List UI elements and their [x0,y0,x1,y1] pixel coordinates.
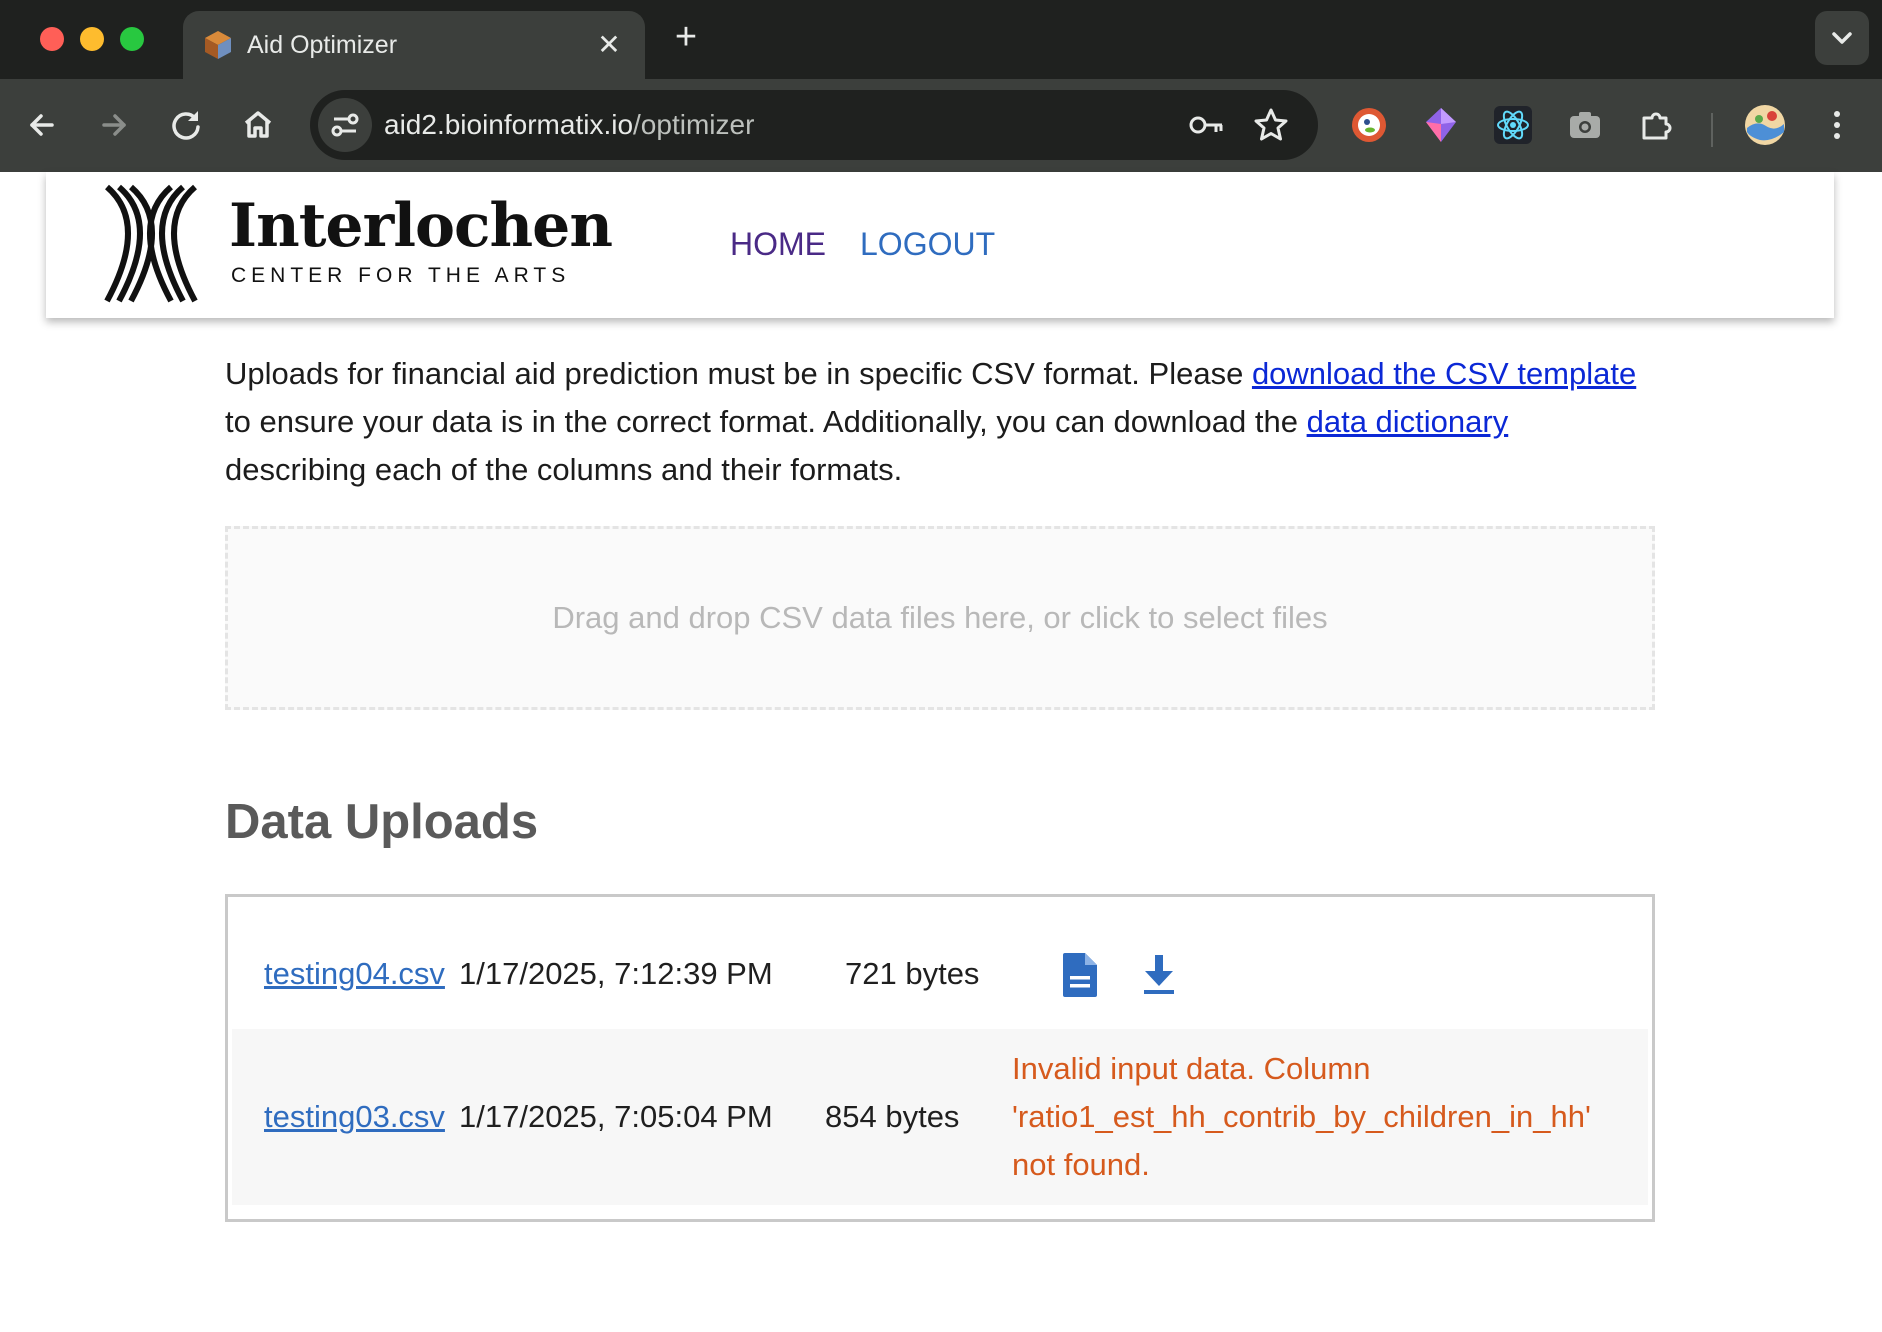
upload-instructions: Uploads for financial aid prediction mus… [225,350,1645,494]
react-devtools-icon[interactable] [1490,102,1536,148]
intro-text-1: Uploads for financial aid prediction mus… [225,356,1252,391]
intro-text-2: to ensure your data is in the correct fo… [225,404,1307,439]
dropzone-label: Drag and drop CSV data files here, or cl… [552,600,1328,635]
interlochen-logo-icon [104,184,198,303]
more-options-icon[interactable] [1814,102,1860,148]
url-host: aid2.bioinformatix.io [384,109,634,140]
tab-search-button[interactable] [1815,11,1869,65]
url-text[interactable]: aid2.bioinformatix.io/optimizer [384,104,754,146]
reload-button[interactable] [162,101,210,149]
chevron-down-icon [1832,32,1852,44]
table-row: testing04.csv 1/17/2025, 7:12:39 PM 721 … [232,913,1648,1035]
uploads-table: testing04.csv 1/17/2025, 7:12:39 PM 721 … [225,894,1655,1222]
profile-avatar-icon[interactable] [1742,102,1788,148]
forward-button[interactable] [90,101,138,149]
file-size: 721 bytes [845,956,980,991]
arrow-right-icon [102,114,126,136]
logo-name: Interlochen [229,191,613,261]
site-info-button[interactable] [318,98,372,152]
nav-logout-link[interactable]: LOGOUT [860,222,995,266]
toolbar-divider [1711,113,1713,147]
tune-icon [331,113,359,137]
close-window-button[interactable] [40,27,64,51]
tab-close-icon[interactable]: ✕ [589,25,629,65]
csv-template-link[interactable]: download the CSV template [1252,356,1636,391]
csv-dropzone[interactable]: Drag and drop CSV data files here, or cl… [225,526,1655,710]
camera-extension-icon[interactable] [1562,102,1608,148]
reload-icon [172,111,200,140]
error-message: Invalid input data. Column 'ratio1_est_h… [1012,1051,1591,1182]
document-icon[interactable] [1059,951,1101,999]
site-header: Interlochen CENTER FOR THE ARTS HOME LOG… [46,172,1834,318]
logo-tagline: CENTER FOR THE ARTS [231,264,571,287]
key-icon[interactable] [1186,104,1228,146]
address-bar[interactable]: aid2.bioinformatix.io/optimizer [310,90,1318,160]
gem-extension-icon[interactable] [1418,102,1464,148]
home-icon [244,111,272,138]
minimize-window-button[interactable] [80,27,104,51]
browser-toolbar: aid2.bioinformatix.io/optimizer 5 [0,79,1882,230]
maximize-window-button[interactable] [120,27,144,51]
file-size: 854 bytes [825,1099,960,1134]
browser-tab-bar: Aid Optimizer ✕ + [0,0,1882,79]
duckduckgo-extension-icon[interactable] [1346,102,1392,148]
puzzle-icon[interactable] [1634,102,1680,148]
url-path: /optimizer [633,109,755,140]
table-row: testing03.csv 1/17/2025, 7:05:04 PM 854 … [232,1029,1648,1205]
star-icon[interactable] [1250,104,1292,146]
upload-date: 1/17/2025, 7:05:04 PM [459,1099,773,1134]
new-tab-button[interactable]: + [666,17,706,57]
tab-title: Aid Optimizer [247,31,398,59]
back-button[interactable] [18,101,66,149]
nav-home-link[interactable]: HOME [730,222,826,266]
home-button[interactable] [234,101,282,149]
file-link[interactable]: testing04.csv [264,950,445,998]
data-dictionary-link[interactable]: data dictionary [1307,404,1509,439]
data-uploads-title: Data Uploads [225,795,539,849]
upload-date: 1/17/2025, 7:12:39 PM [459,956,773,991]
favicon-icon [205,31,231,59]
intro-text-3: describing each of the columns and their… [225,452,903,487]
download-icon[interactable] [1138,951,1180,999]
arrow-left-icon [30,114,54,136]
file-link[interactable]: testing03.csv [264,1093,445,1141]
active-tab[interactable]: Aid Optimizer ✕ [183,11,645,79]
